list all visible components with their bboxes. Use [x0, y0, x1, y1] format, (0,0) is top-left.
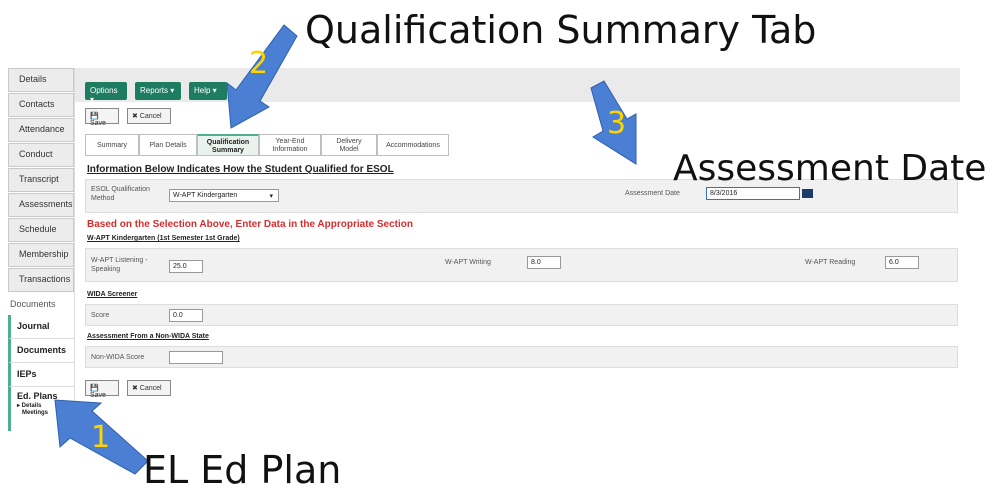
annotation-el-ed-plan: EL Ed Plan: [143, 448, 342, 492]
annotation-arrows: [54, 24, 637, 475]
annotation-qualification-summary: Qualification Summary Tab: [305, 8, 817, 52]
annotation-number-3: 3: [607, 106, 627, 141]
annotation-number-2: 2: [249, 46, 269, 81]
annotation-assessment-date: Assessment Date: [673, 148, 987, 189]
annotation-number-1: 1: [91, 420, 111, 455]
